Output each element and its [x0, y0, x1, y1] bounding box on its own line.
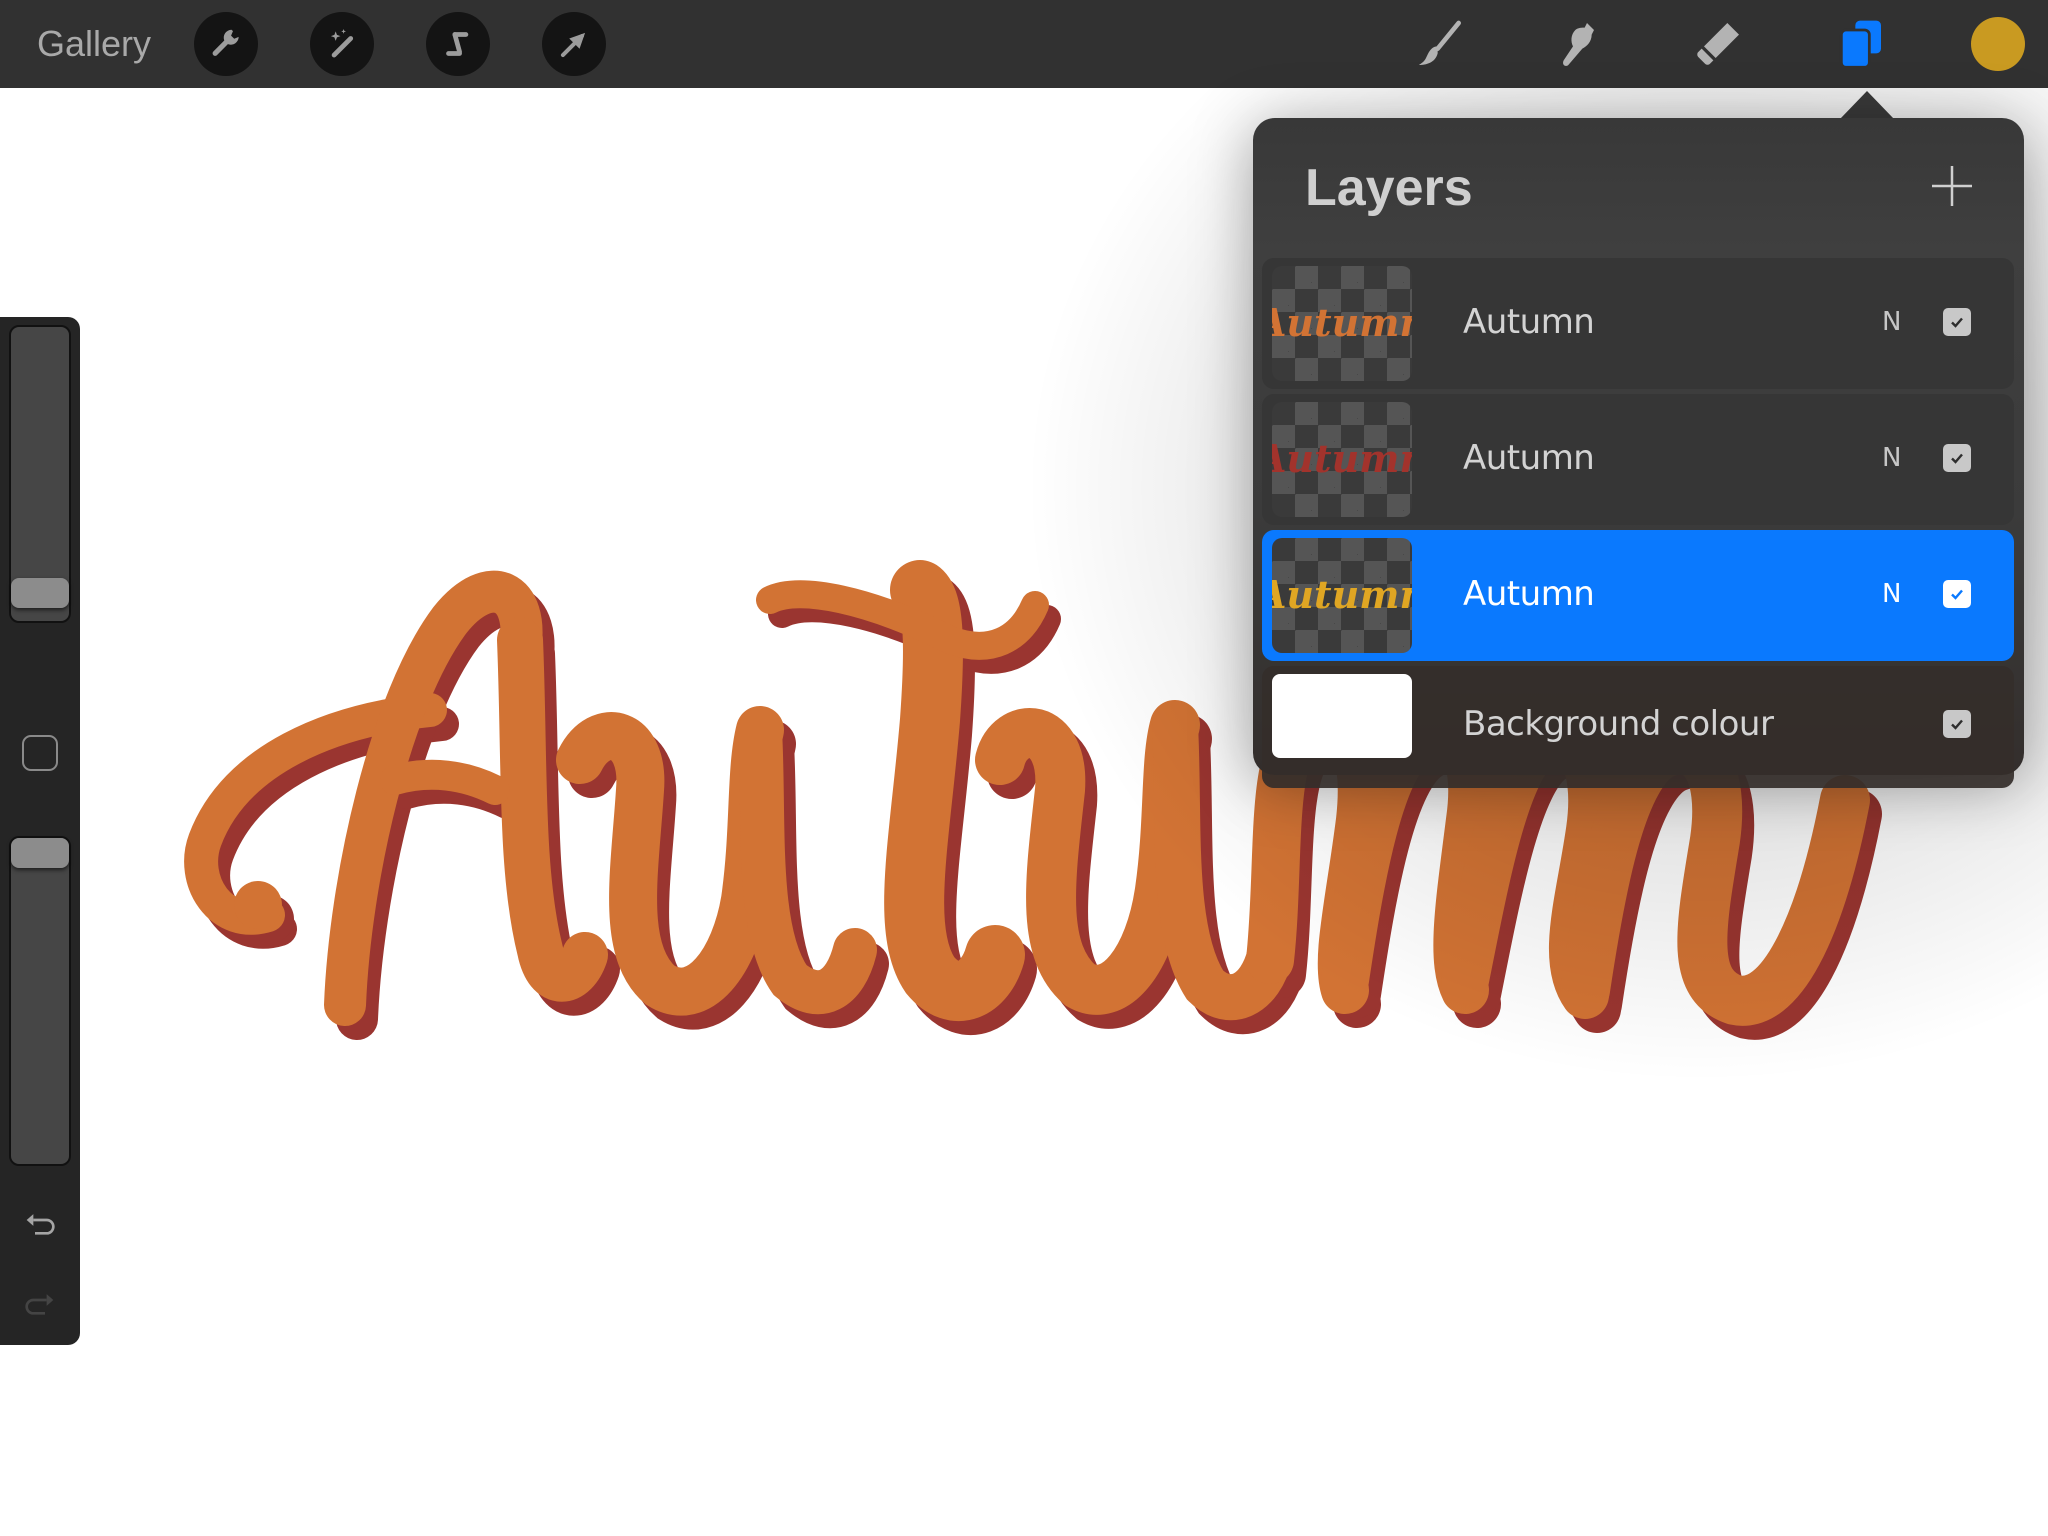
- undo-arrow-icon[interactable]: [20, 1205, 60, 1245]
- layer-row-selected[interactable]: Autumn Autumn N: [1262, 530, 2014, 661]
- brush-size-slider-thumb[interactable]: [11, 578, 69, 608]
- gallery-button[interactable]: Gallery: [37, 22, 151, 66]
- popover-arrow: [1840, 91, 1894, 119]
- layer-name: Autumn: [1463, 302, 1595, 342]
- arrow-cursor-icon: [560, 32, 586, 58]
- layer-visibility-checkbox[interactable]: [1943, 710, 1971, 738]
- thumb-text: Autumn: [1272, 572, 1412, 617]
- brush-size-slider[interactable]: [9, 325, 71, 623]
- brush-opacity-slider-thumb[interactable]: [11, 838, 69, 868]
- plus-icon[interactable]: [1926, 160, 1978, 212]
- blend-mode-button[interactable]: N: [1882, 578, 1901, 610]
- wrench-icon: [212, 29, 239, 56]
- thumb-text: Autumn: [1272, 436, 1412, 481]
- adjustments-button[interactable]: [310, 12, 374, 76]
- eraser-tool-button[interactable]: [1688, 14, 1748, 74]
- layer-row[interactable]: Autumn Autumn N: [1262, 258, 2014, 389]
- layer-name: Autumn: [1463, 438, 1595, 478]
- actions-button[interactable]: [194, 12, 258, 76]
- blend-mode-button[interactable]: N: [1882, 442, 1901, 474]
- checkmark-icon: [1951, 589, 1963, 600]
- smudge-finger-icon: [1563, 23, 1594, 66]
- layer-name: Autumn: [1463, 574, 1595, 614]
- layers-tool-button[interactable]: [1830, 14, 1890, 74]
- selection-s-icon: [446, 32, 469, 56]
- letter-stroke: [380, 759, 510, 805]
- layers-panel: Layers Autumn Autumn N Autumn Autumn N A…: [1253, 118, 2024, 788]
- background-layer-row[interactable]: Background colour: [1262, 666, 2014, 788]
- layer-thumbnail: Autumn: [1272, 266, 1412, 381]
- transform-button[interactable]: [542, 12, 606, 76]
- checkmark-icon: [1951, 317, 1963, 328]
- brush-icon: [1419, 20, 1461, 65]
- background-color-thumbnail: [1272, 674, 1412, 758]
- blend-mode-button[interactable]: N: [1882, 306, 1901, 338]
- layer-row[interactable]: Autumn Autumn N: [1262, 394, 2014, 525]
- layer-visibility-checkbox[interactable]: [1943, 308, 1971, 336]
- layer-visibility-checkbox[interactable]: [1943, 444, 1971, 472]
- layer-visibility-checkbox[interactable]: [1943, 580, 1971, 608]
- layer-name: Background colour: [1463, 704, 1774, 744]
- redo-arrow-icon[interactable]: [20, 1285, 60, 1325]
- layer-thumbnail: Autumn: [1272, 538, 1412, 653]
- magic-wand-icon: [330, 28, 354, 58]
- selection-button[interactable]: [426, 12, 490, 76]
- layers-icon: [1839, 20, 1881, 69]
- color-picker-button[interactable]: [1971, 17, 2025, 71]
- layers-panel-title: Layers: [1305, 159, 1473, 217]
- checkmark-icon: [1951, 719, 1963, 730]
- eraser-icon: [1697, 23, 1739, 65]
- top-toolbar: Gallery: [0, 0, 2048, 88]
- layer-thumbnail: Autumn: [1272, 402, 1412, 517]
- modify-button[interactable]: [22, 735, 58, 771]
- left-sidebar: [0, 317, 80, 1345]
- thumb-text: Autumn: [1272, 300, 1412, 345]
- brush-opacity-slider[interactable]: [9, 836, 71, 1166]
- letter-stroke: [234, 881, 282, 929]
- checkmark-icon: [1951, 453, 1963, 464]
- brush-tool-button[interactable]: [1410, 14, 1470, 74]
- smudge-tool-button[interactable]: [1550, 14, 1610, 74]
